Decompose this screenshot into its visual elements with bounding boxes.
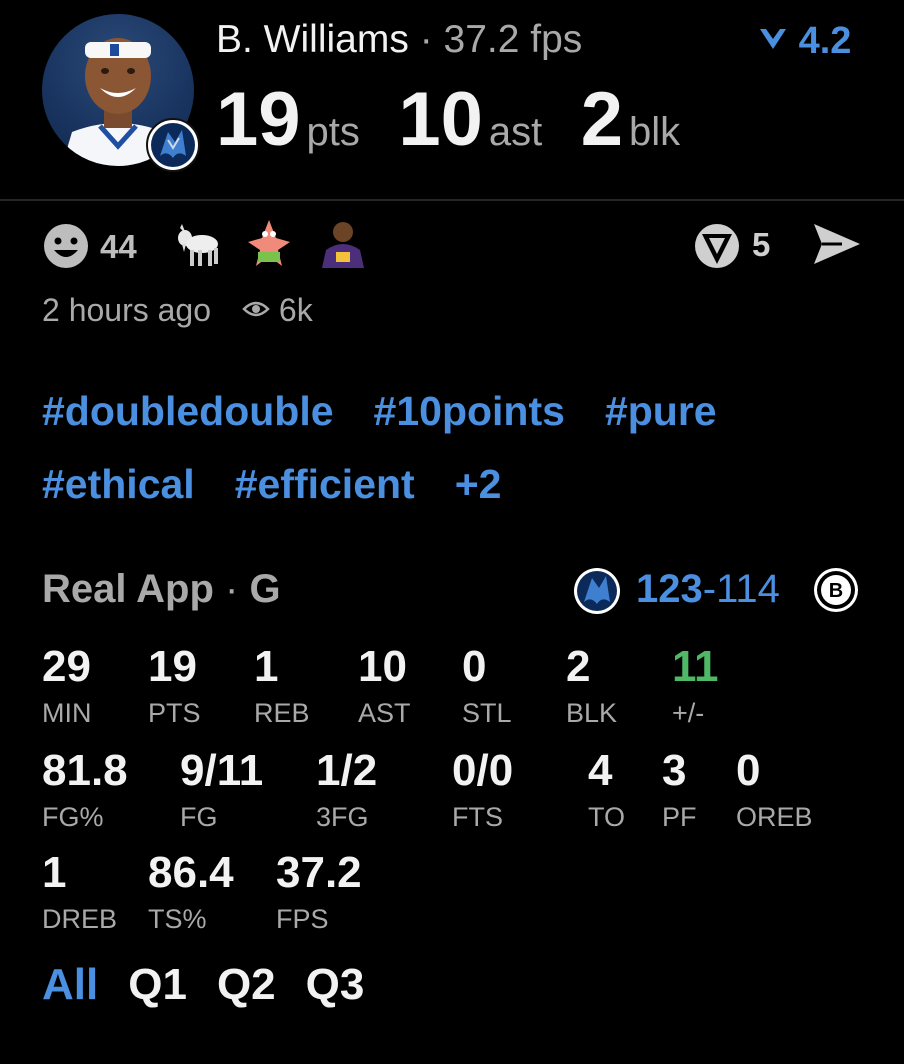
source-separator: · [225, 567, 239, 611]
stat-dreb-value: 1 [42, 848, 67, 897]
eye-icon [242, 301, 270, 317]
game-score[interactable]: 123-114 [636, 567, 780, 612]
tag-efficient[interactable]: #efficient [235, 461, 415, 508]
home-score: 123 [636, 567, 703, 611]
stat-pts-value: 19 [148, 642, 197, 691]
stat-fts-label: FTS [452, 802, 503, 832]
stat-ast-label: AST [358, 698, 411, 728]
stat-fgpct-value: 81.8 [42, 746, 128, 795]
score-dash: - [702, 567, 717, 611]
stat-oreb-label: OREB [736, 802, 813, 832]
stat-stl-value: 0 [462, 642, 487, 691]
fps-text: 37.2 fps [443, 18, 583, 61]
headline-blocks-unit: blk [629, 110, 681, 154]
post-time: 2 hours ago [42, 292, 212, 328]
stat-ast-value: 10 [358, 642, 407, 691]
tab-q2[interactable]: Q2 [217, 960, 276, 1010]
stat-fps-value: 37.2 [276, 848, 362, 897]
team-logo-icon [146, 118, 200, 172]
player-position: G [249, 567, 281, 611]
send-icon [814, 224, 860, 264]
player-name[interactable]: B. Williams [216, 18, 409, 61]
trend-indicator[interactable]: 4.2 [758, 20, 851, 63]
trend-down-icon [760, 29, 786, 49]
stat-to-value: 4 [588, 746, 613, 795]
headline-blocks-value: 2 [580, 77, 623, 162]
headline-points-unit: pts [306, 110, 360, 154]
stat-pf-label: PF [662, 802, 697, 832]
headline-assists-unit: ast [488, 110, 543, 154]
stat-tspct-value: 86.4 [148, 848, 234, 897]
reaction-goat[interactable] [172, 220, 224, 273]
source-name: Real App [42, 567, 214, 611]
tab-all[interactable]: All [42, 960, 98, 1010]
svg-text:B: B [829, 580, 843, 602]
player-emoji-icon [322, 222, 364, 268]
smiley-icon [44, 224, 88, 268]
stat-min-label: MIN [42, 698, 92, 728]
stat-fts-value: 0/0 [452, 746, 514, 795]
divider [0, 199, 904, 201]
stat-min-value: 29 [42, 642, 91, 691]
tab-q1[interactable]: Q1 [128, 960, 187, 1010]
headline-points-value: 19 [216, 77, 301, 162]
home-team-logo-icon [572, 566, 622, 621]
stat-3fg-label: 3FG [316, 802, 369, 832]
stat-fg-label: FG [180, 802, 218, 832]
vote-count: 5 [752, 226, 771, 263]
stat-tspct-label: TS% [148, 904, 207, 934]
stat-3fg-value: 1/2 [316, 746, 378, 795]
share-button[interactable] [812, 222, 862, 271]
reaction-smiley[interactable] [42, 222, 90, 275]
stat-blk-label: BLK [566, 698, 618, 728]
stat-fgpct-label: FG% [42, 802, 104, 832]
stat-to-label: TO [588, 802, 626, 832]
tag-10points[interactable]: #10points [374, 388, 565, 435]
away-team-logo-icon: B [812, 566, 860, 619]
tab-q3[interactable]: Q3 [306, 960, 365, 1010]
view-count: 6k [242, 292, 313, 329]
away-score: 114 [716, 567, 780, 611]
trend-value: 4.2 [798, 20, 852, 62]
stat-pts-label: PTS [148, 698, 201, 728]
player-name-line: B. Williams · 37.2 fps [216, 18, 582, 62]
vote-button[interactable] [692, 222, 742, 275]
shield-v-icon [695, 224, 739, 268]
stat-reb-value: 1 [254, 642, 279, 691]
stat-pf-value: 3 [662, 746, 687, 795]
period-tabs: All Q1 Q2 Q3 [42, 960, 394, 1010]
view-count-value: 6k [278, 292, 313, 328]
reaction-starfish[interactable] [246, 218, 292, 273]
tag-ethical[interactable]: #ethical [42, 461, 195, 508]
stat-dreb-label: DREB [42, 904, 118, 934]
stat-stl-label: STL [462, 698, 512, 728]
patrick-icon [248, 220, 290, 266]
stat-reb-label: REB [254, 698, 310, 728]
reaction-player[interactable] [318, 218, 368, 273]
headline-assists-value: 10 [398, 77, 483, 162]
stat-blk-value: 2 [566, 642, 591, 691]
game-source: Real App · G [42, 567, 281, 612]
tag-pure[interactable]: #pure [605, 388, 717, 435]
name-separator: · [419, 18, 433, 61]
tag-doubledouble[interactable]: #doubledouble [42, 388, 334, 435]
stat-fps-label: FPS [276, 904, 329, 934]
stat-oreb-value: 0 [736, 746, 761, 795]
goat-icon [178, 224, 218, 266]
stat-plusminus-value: 11 [672, 642, 719, 691]
reaction-count: 44 [100, 228, 137, 265]
tag-list: #doubledouble #10points #pure #ethical #eff… [42, 388, 862, 534]
tags-more-button[interactable]: +2 [455, 461, 502, 508]
stat-plusminus-label: +/- [672, 698, 705, 728]
headline-stats: 19 pts 10 ast 2 blk [216, 76, 714, 163]
stat-fg-value: 9/11 [180, 746, 264, 795]
